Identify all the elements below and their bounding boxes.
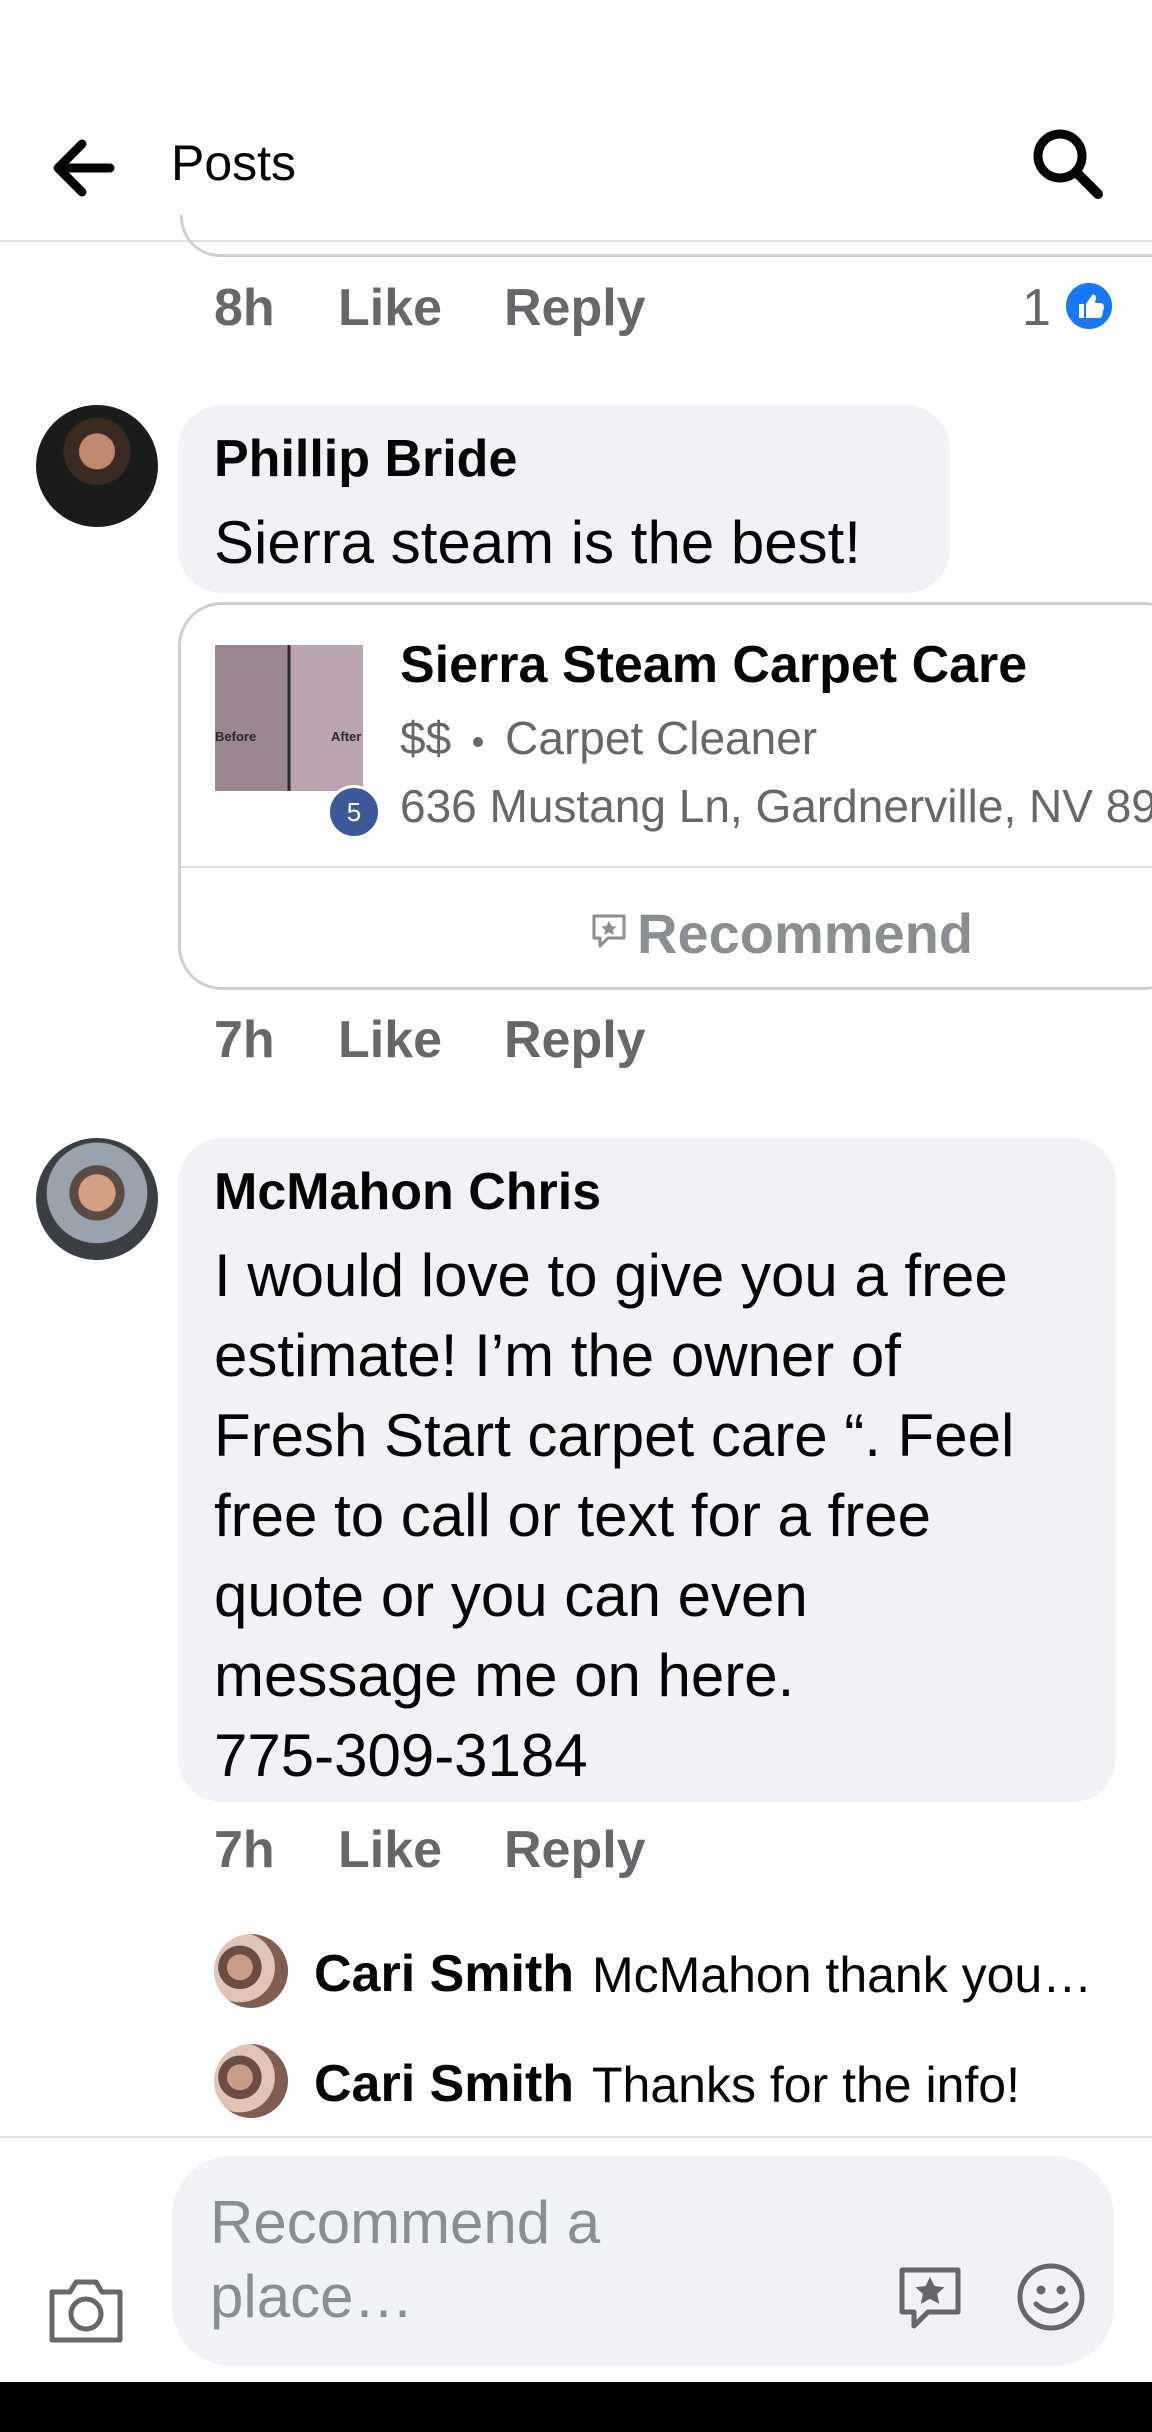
recommend-button[interactable]: Recommend — [181, 869, 1152, 987]
avatar[interactable] — [36, 405, 158, 527]
place-category: Carpet Cleaner — [505, 712, 818, 764]
thumbs-up-icon — [1079, 294, 1104, 318]
comment-bubble: McMahon Chris I would love to give you a… — [178, 1138, 1116, 1802]
divider — [181, 866, 1152, 868]
place-price: $$ — [400, 712, 452, 764]
comment-bubble: Phillip Bride Sierra steam is the best! — [178, 405, 950, 593]
reply-preview[interactable]: Cari Smith Thanks for the info! — [214, 2044, 1114, 2118]
recommend-label: Recommend — [637, 902, 974, 965]
thumbnail-before-label: Before — [215, 729, 257, 744]
comment-author[interactable]: McMahon Chris — [214, 1162, 601, 1222]
comment-time: 8h — [214, 279, 275, 337]
previous-attachment-edge — [180, 215, 1152, 257]
search-button[interactable] — [1028, 124, 1108, 204]
comment-author[interactable]: Phillip Bride — [214, 429, 517, 489]
system-navigation-bar — [0, 2382, 1152, 2432]
emoji-button[interactable] — [1014, 2260, 1088, 2334]
comment-text: Sierra steam is the best! — [214, 509, 861, 576]
reaction-badge[interactable] — [1063, 280, 1115, 332]
avatar[interactable] — [36, 1138, 158, 1260]
like-button[interactable]: Like — [338, 1820, 442, 1880]
comment-input[interactable]: Recommend a place… — [172, 2156, 1114, 2366]
search-icon — [1033, 129, 1103, 199]
emoji-icon — [1017, 2263, 1085, 2331]
recommend-place-button[interactable] — [894, 2262, 966, 2334]
reply-text: Thanks for the info! — [592, 2057, 1021, 2113]
input-placeholder: Recommend a place… — [210, 2189, 601, 2330]
reply-button[interactable]: Reply — [504, 278, 646, 338]
avatar — [214, 1934, 288, 2008]
back-button[interactable] — [44, 130, 124, 206]
comment-composer: Recommend a place… — [0, 2136, 1152, 2382]
like-button[interactable]: Like — [338, 278, 442, 338]
reply-author: Cari Smith — [314, 1945, 575, 2003]
place-meta: $$ Carpet Cleaner — [400, 711, 817, 765]
camera-button[interactable] — [44, 2274, 128, 2348]
reply-button[interactable]: Reply — [504, 1010, 646, 1070]
place-card[interactable]: Before After 5 Sierra Steam Carpet Care … — [178, 602, 1152, 990]
recommendation-count-badge: 5 — [327, 785, 381, 839]
reply-author: Cari Smith — [314, 2055, 575, 2113]
status-bar — [0, 0, 1152, 90]
reply-button[interactable]: Reply — [504, 1820, 646, 1880]
reaction-count[interactable]: 1 — [1022, 278, 1051, 338]
place-address: 636 Mustang Ln, Gardnerville, NV 89 — [400, 780, 1152, 832]
thumbnail-after-label: After — [331, 729, 362, 744]
comment-time: 7h — [214, 1011, 275, 1069]
separator-dot — [473, 736, 484, 747]
reply-text: McMahon thank you… — [592, 1947, 1093, 2003]
arrow-left-icon — [53, 139, 115, 197]
page-title: Posts — [171, 135, 297, 191]
like-button[interactable]: Like — [338, 1010, 442, 1070]
comment-time: 7h — [214, 1821, 275, 1879]
avatar — [214, 2044, 288, 2118]
place-name[interactable]: Sierra Steam Carpet Care — [400, 635, 1027, 695]
recommend-icon — [592, 914, 626, 948]
reply-preview[interactable]: Cari Smith McMahon thank you… — [214, 1934, 1114, 2008]
place-thumbnail: Before After — [215, 645, 363, 791]
comment-text: I would love to give you a free estimate… — [214, 1242, 1015, 1789]
recommend-place-icon — [899, 2267, 961, 2329]
camera-icon — [49, 2279, 123, 2343]
